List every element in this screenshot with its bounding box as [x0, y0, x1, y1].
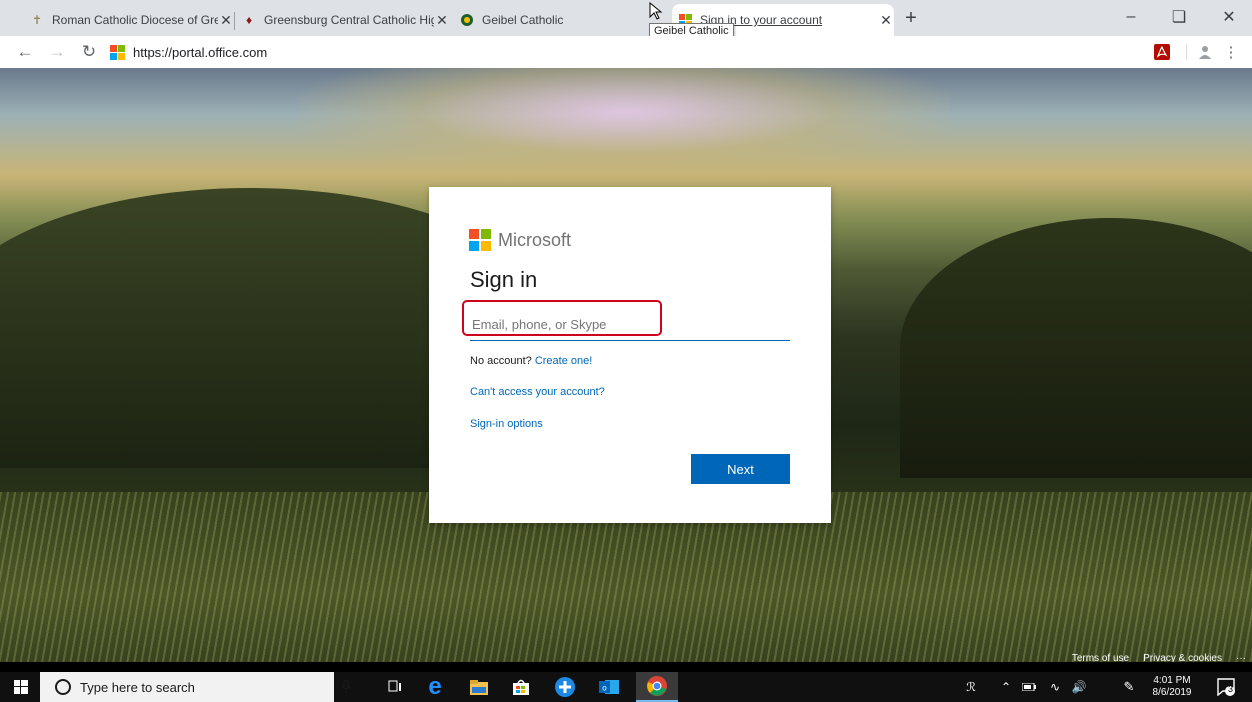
new-tab-button[interactable]: + [900, 6, 922, 30]
chrome-taskbar-icon[interactable] [636, 672, 678, 702]
task-view-icon[interactable] [380, 672, 410, 702]
microsoft-logo-icon [110, 44, 125, 60]
toolbar-divider [1184, 42, 1188, 62]
highlight-box [462, 300, 662, 336]
sign-in-card: Microsoft Sign in No account? Create one… [429, 187, 831, 523]
volume-icon[interactable]: 🔊 [1068, 672, 1090, 702]
adobe-acrobat-icon[interactable] [1152, 42, 1172, 62]
address-bar[interactable]: https://portal.office.com [110, 42, 267, 62]
microsoft-logo-icon [469, 229, 491, 251]
windows-start-button[interactable] [6, 672, 36, 702]
cross-icon: ✝ [31, 13, 43, 27]
wifi-icon[interactable]: ∿ [1044, 672, 1066, 702]
forward-button[interactable]: → [46, 40, 68, 64]
tab-title: Greensburg Central Catholic Hig [264, 13, 434, 27]
profile-icon[interactable] [1196, 42, 1214, 62]
close-tab-icon[interactable]: ✕ [434, 12, 450, 29]
no-account-text: No account? [470, 355, 532, 367]
show-hidden-icons-icon[interactable]: ⌃ [996, 672, 1016, 702]
tab-title: Geibel Catholic [482, 13, 564, 27]
edge-browser-icon[interactable]: e [418, 672, 452, 702]
chrome-menu-icon[interactable]: ⋮ [1224, 42, 1239, 62]
browser-toolbar: ← → ↻ https://portal.office.com ⋮ [0, 36, 1252, 69]
page-title: Sign in [470, 267, 538, 292]
reload-button[interactable]: ↻ [78, 40, 100, 64]
clock-date: 8/6/2019 [1152, 687, 1192, 698]
notification-center-icon[interactable]: 3 [1212, 672, 1240, 702]
page-footer: Terms of use Privacy & cookies ··· [1072, 650, 1252, 663]
sign-in-page: Microsoft Sign in No account? Create one… [0, 68, 1252, 662]
cant-access-link[interactable]: Can't access your account? [470, 386, 605, 398]
next-button[interactable]: Next [691, 454, 790, 484]
more-options-link[interactable]: ··· [1236, 653, 1246, 663]
notification-count: 3 [1228, 684, 1234, 694]
signin-options-link[interactable]: Sign-in options [470, 418, 543, 430]
background-hill [900, 218, 1252, 478]
back-button[interactable]: ← [14, 40, 36, 64]
tab-diocese[interactable]: ✝ Roman Catholic Diocese of Gree ✕ [24, 4, 234, 36]
microphone-icon[interactable] [341, 680, 351, 694]
battery-icon[interactable] [1018, 672, 1040, 702]
svg-text:o: o [602, 684, 607, 693]
tab-greensburg[interactable]: ♦ Greensburg Central Catholic Hig ✕ [236, 4, 450, 36]
restore-button[interactable]: ❏ [1156, 4, 1202, 30]
url-text: https://portal.office.com [133, 44, 268, 60]
privacy-link[interactable]: Privacy & cookies [1143, 653, 1222, 663]
taskbar-search-box[interactable]: Type here to search [40, 672, 351, 702]
no-account-line: No account? Create one! [470, 355, 592, 367]
people-icon[interactable]: ℛ [960, 672, 982, 702]
mouse-cursor-icon [649, 2, 663, 20]
close-tab-icon[interactable]: ✕ [878, 12, 894, 29]
school-crest-icon: ♦ [245, 13, 253, 27]
create-account-link[interactable]: Create one! [535, 355, 592, 367]
background-sky [300, 68, 950, 178]
file-explorer-icon[interactable] [462, 672, 496, 702]
window-close-button[interactable]: ✕ [1206, 4, 1252, 30]
windows-logo-icon [14, 680, 28, 694]
minimize-button[interactable]: – [1108, 4, 1154, 30]
close-tab-icon[interactable]: ✕ [218, 12, 234, 29]
outlook-icon[interactable]: o [592, 672, 626, 702]
terms-link[interactable]: Terms of use [1072, 653, 1129, 663]
taskbar-search-placeholder: Type here to search [80, 679, 195, 695]
windows-taskbar: Type here to search e o ℛ ⌃ ∿ 🔊 ✎ 4:01 P… [0, 672, 1252, 702]
tab-geibel[interactable]: Geibel Catholic [454, 4, 654, 36]
clock-time: 4:01 PM [1153, 675, 1191, 686]
plus-app-icon[interactable] [548, 672, 582, 702]
tab-separator [234, 12, 235, 30]
system-clock[interactable]: 4:01 PM 8/6/2019 [1146, 672, 1198, 702]
browser-tab-strip: ✝ Roman Catholic Diocese of Gree ✕ ♦ Gre… [0, 0, 1252, 39]
microsoft-logo: Microsoft [469, 229, 571, 251]
store-icon[interactable] [504, 672, 538, 702]
tab-title: Roman Catholic Diocese of Gree [52, 13, 218, 27]
geibel-logo-icon [460, 13, 474, 27]
pen-ink-icon[interactable]: ✎ [1118, 672, 1140, 702]
brand-name: Microsoft [498, 229, 572, 250]
cortana-icon [55, 679, 71, 695]
